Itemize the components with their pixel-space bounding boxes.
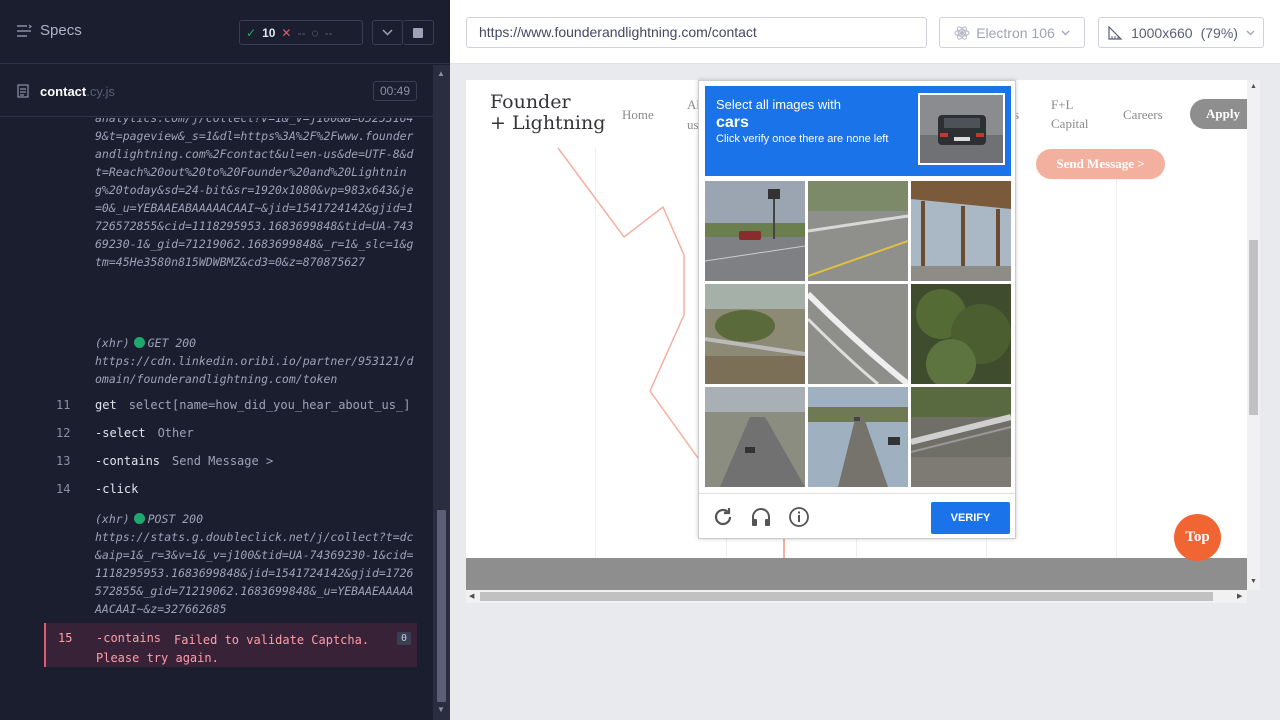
- menu-icon: [17, 24, 32, 37]
- scroll-right-icon[interactable]: ▶: [1237, 592, 1242, 600]
- aut-header: https://www.founderandlightning.com/cont…: [450, 0, 1280, 64]
- electron-icon: [954, 25, 970, 40]
- ruler-icon: [1108, 25, 1123, 40]
- xhr-log-entry[interactable]: (xhr) GET 200 https://cdn.linkedin.oribi.…: [95, 334, 415, 388]
- captcha-tile[interactable]: [911, 181, 1011, 281]
- viewport-selector[interactable]: 1000x660 (79%): [1098, 17, 1264, 48]
- captcha-tile[interactable]: [911, 387, 1011, 487]
- captcha-tile[interactable]: [705, 284, 805, 384]
- chevron-down-icon: [1246, 30, 1255, 35]
- cross-icon: ✕: [281, 25, 292, 40]
- status-dot: [133, 513, 145, 524]
- failed-command-row[interactable]: 15 -contains Failed to validate Captcha.…: [44, 623, 417, 667]
- captcha-tile[interactable]: [808, 387, 908, 487]
- nav-capital-line2[interactable]: Capital: [1051, 116, 1089, 132]
- passed-count: 10: [262, 25, 276, 40]
- status-dot: [133, 337, 145, 348]
- nav-capital[interactable]: F+L: [1051, 97, 1074, 113]
- url-field[interactable]: https://www.founderandlightning.com/cont…: [466, 17, 927, 48]
- verify-button[interactable]: VERIFY: [931, 502, 1010, 534]
- chevron-down-icon: [382, 29, 393, 36]
- xhr-url: https://stats.g.doubleclick.net/j/collec…: [95, 530, 414, 616]
- stop-icon: [413, 27, 423, 38]
- apply-button[interactable]: Apply: [1190, 99, 1247, 129]
- nav-careers[interactable]: Careers: [1123, 107, 1163, 123]
- pending-icon: ◌: [311, 25, 319, 40]
- scrollbar-thumb[interactable]: [437, 510, 446, 702]
- specs-label: Specs: [40, 22, 82, 39]
- scrollbar-thumb[interactable]: [480, 592, 1213, 601]
- command-row[interactable]: 11 get select[name=how_did_you_hear_abou…: [44, 391, 418, 419]
- spec-file-name: contact.cy.js: [40, 84, 115, 99]
- captcha-tile[interactable]: [808, 181, 908, 281]
- check-icon: ✓: [246, 25, 257, 40]
- command-log: analytics.com/j/collect?v=1&_v=j100&a=65…: [0, 118, 432, 676]
- xhr-url: analytics.com/j/collect?v=1&_v=j100&a=65…: [95, 118, 414, 269]
- scrollbar-thumb[interactable]: [1249, 240, 1258, 415]
- pending-count: --: [324, 25, 333, 40]
- headphones-icon[interactable]: [750, 506, 772, 528]
- scroll-down-icon[interactable]: ▼: [1250, 578, 1257, 585]
- failed-command-arg: Failed to validate Captcha. Please try a…: [96, 633, 370, 665]
- command-row[interactable]: 13 -contains Send Message >: [44, 447, 418, 475]
- cypress-reporter: Specs ✓ 10 ✕ -- ◌ -- contact.cy.js 00:49…: [0, 0, 450, 720]
- scroll-up-icon[interactable]: ▲: [437, 69, 445, 78]
- footer-band: [466, 558, 1247, 590]
- reload-icon[interactable]: [712, 506, 734, 528]
- back-to-top-button[interactable]: Top: [1174, 514, 1221, 561]
- scroll-up-icon[interactable]: ▲: [1250, 83, 1257, 90]
- nav-home[interactable]: Home: [622, 107, 654, 123]
- browser-label: Electron 106: [976, 24, 1055, 41]
- specs-toggle-button[interactable]: Specs: [16, 22, 82, 39]
- captcha-tile[interactable]: [705, 181, 805, 281]
- send-message-button[interactable]: Send Message >: [1036, 149, 1165, 179]
- recaptcha-challenge: Select all images with cars Click verify…: [698, 80, 1016, 539]
- spec-file-bar: contact.cy.js 00:49: [0, 65, 433, 117]
- failed-count: --: [297, 25, 306, 40]
- xhr-log-entry[interactable]: (xhr) POST 200 https://stats.g.doubleclic…: [95, 510, 415, 618]
- viewport-scale: (79%): [1200, 24, 1238, 41]
- captcha-tile[interactable]: [705, 387, 805, 487]
- site-logo[interactable]: Founder + Lightning: [490, 92, 605, 134]
- xhr-url: https://cdn.linkedin.oribi.io/partner/95…: [95, 354, 414, 386]
- viewport-size: 1000x660: [1131, 24, 1193, 41]
- test-stats: ✓ 10 ✕ -- ◌ --: [239, 20, 363, 45]
- captcha-prompt: Select all images with: [716, 97, 841, 112]
- reporter-scrollbar[interactable]: ▲ ▼: [433, 65, 450, 720]
- browser-selector[interactable]: Electron 106: [939, 17, 1085, 48]
- command-row[interactable]: 14 -click: [44, 475, 418, 503]
- file-icon: [17, 84, 29, 101]
- nav-about-line2[interactable]: us: [687, 117, 699, 133]
- reporter-header: Specs ✓ 10 ✕ -- ◌ --: [0, 0, 450, 64]
- aut-vertical-scrollbar[interactable]: ▲ ▼: [1247, 80, 1260, 590]
- captcha-instructions: Select all images with cars Click verify…: [705, 86, 1011, 176]
- chevron-down-button[interactable]: [372, 20, 403, 45]
- aut-horizontal-scrollbar[interactable]: ◀ ▶: [466, 590, 1247, 603]
- xhr-log-entry[interactable]: analytics.com/j/collect?v=1&_v=j100&a=65…: [95, 118, 415, 271]
- info-icon[interactable]: [788, 506, 810, 528]
- scroll-down-icon[interactable]: ▼: [437, 705, 445, 714]
- chevron-down-icon: [1061, 30, 1070, 35]
- captcha-target: cars: [716, 114, 749, 131]
- spec-duration: 00:49: [372, 81, 417, 101]
- scroll-left-icon[interactable]: ◀: [469, 592, 474, 600]
- captcha-sample-image: [918, 93, 1005, 165]
- stop-button[interactable]: [403, 20, 434, 45]
- captcha-image-grid: [705, 181, 1012, 489]
- captcha-hint: Click verify once there are none left: [716, 133, 889, 145]
- command-row[interactable]: 12 -select Other: [44, 419, 418, 447]
- captcha-footer: VERIFY: [699, 493, 1015, 539]
- captcha-tile[interactable]: [911, 284, 1011, 384]
- match-count-badge: 0: [396, 632, 411, 645]
- captcha-tile[interactable]: [808, 284, 908, 384]
